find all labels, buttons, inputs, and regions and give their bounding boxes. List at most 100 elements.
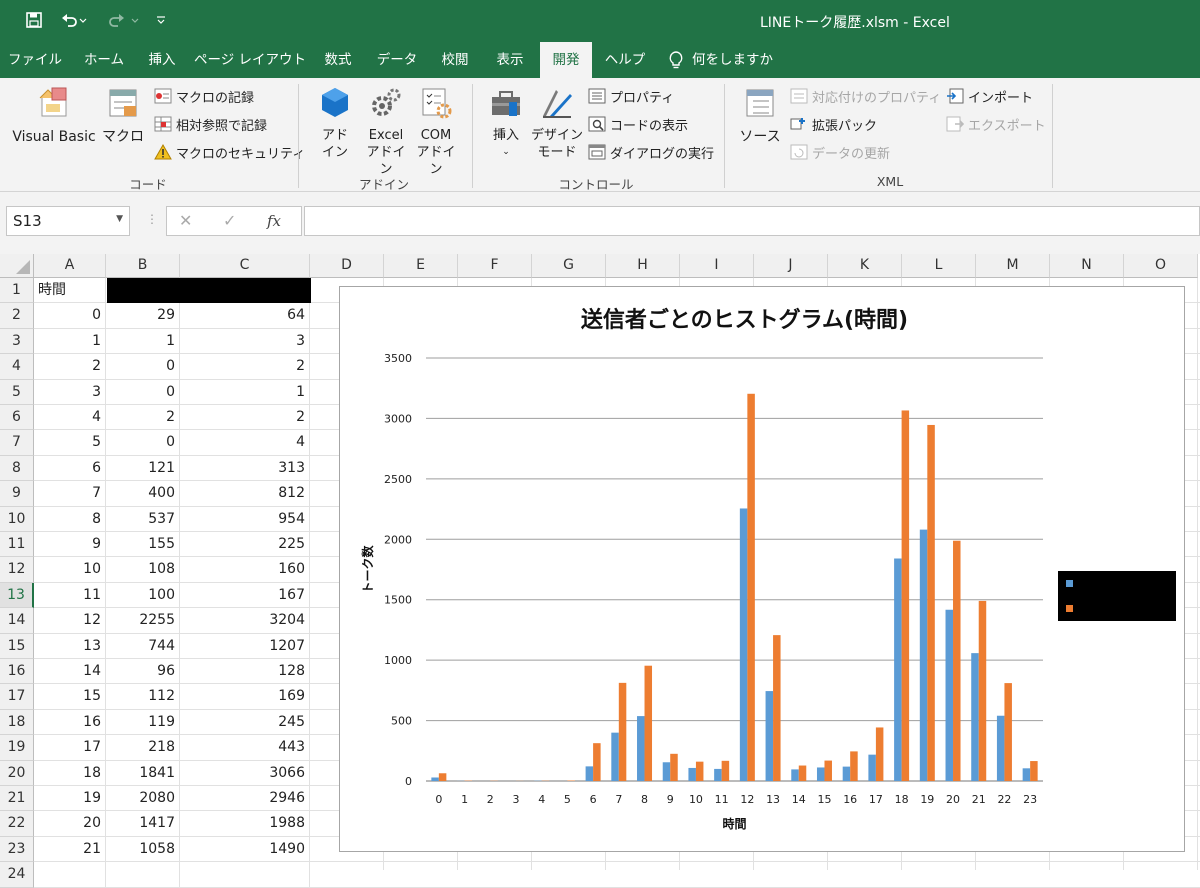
data-cell[interactable]: 15 (34, 684, 106, 709)
row-header[interactable]: 2 (0, 303, 34, 328)
row-header[interactable]: 13 (0, 583, 34, 608)
data-cell[interactable]: 954 (180, 507, 310, 532)
run-dialog-button[interactable]: ダイアログの実行 (588, 142, 714, 162)
row-header[interactable]: 9 (0, 481, 34, 506)
column-header-g[interactable]: G (532, 254, 606, 278)
header-cell[interactable]: 時間 (34, 278, 106, 303)
column-header-b[interactable]: B (106, 254, 180, 278)
cancel-icon[interactable]: ✕ (179, 211, 192, 230)
data-cell[interactable]: 2 (34, 354, 106, 379)
data-cell[interactable]: 112 (106, 684, 180, 709)
enter-icon[interactable]: ✓ (223, 211, 236, 230)
data-cell[interactable]: 160 (180, 557, 310, 582)
data-cell[interactable]: 19 (34, 786, 106, 811)
data-cell[interactable]: 218 (106, 735, 180, 760)
data-cell[interactable]: 1417 (106, 811, 180, 836)
column-header-d[interactable]: D (310, 254, 384, 278)
row-header[interactable]: 8 (0, 456, 34, 481)
data-cell[interactable]: 8 (34, 507, 106, 532)
data-cell[interactable]: 9 (34, 532, 106, 557)
data-cell[interactable]: 1058 (106, 837, 180, 862)
row-header[interactable]: 12 (0, 557, 34, 582)
save-icon[interactable] (22, 8, 46, 32)
data-cell[interactable]: 225 (180, 532, 310, 557)
column-header-k[interactable]: K (828, 254, 902, 278)
data-cell[interactable]: 4 (34, 405, 106, 430)
row-header[interactable]: 7 (0, 430, 34, 455)
data-cell[interactable]: 1988 (180, 811, 310, 836)
data-cell[interactable]: 0 (34, 303, 106, 328)
tab-review[interactable]: 校閲 (430, 42, 480, 78)
visual-basic-button[interactable]: Visual Basic (8, 86, 100, 146)
row-header[interactable]: 17 (0, 684, 34, 709)
empty-cell[interactable] (106, 862, 180, 887)
select-all-corner[interactable] (0, 254, 34, 278)
row-header[interactable]: 15 (0, 634, 34, 659)
data-cell[interactable]: 10 (34, 557, 106, 582)
chart-legend[interactable] (1058, 571, 1176, 621)
design-mode-button[interactable]: デザイン モード (530, 86, 584, 161)
row-header[interactable]: 23 (0, 837, 34, 862)
import-button[interactable]: インポート (946, 86, 1033, 106)
data-cell[interactable]: 443 (180, 735, 310, 760)
tab-view[interactable]: 表示 (486, 42, 534, 78)
tab-page-layout[interactable]: ページ レイアウト (192, 42, 308, 78)
formula-input[interactable] (304, 206, 1200, 236)
data-cell[interactable]: 1490 (180, 837, 310, 862)
row-header[interactable]: 5 (0, 380, 34, 405)
expansion-packs-button[interactable]: 拡張パック (790, 114, 877, 134)
data-cell[interactable]: 119 (106, 710, 180, 735)
empty-cell[interactable] (34, 862, 106, 887)
map-properties-button[interactable]: 対応付けのプロパティ (790, 86, 941, 106)
column-header-i[interactable]: I (680, 254, 754, 278)
row-header[interactable]: 18 (0, 710, 34, 735)
row-header[interactable]: 1 (0, 278, 34, 303)
data-cell[interactable]: 812 (180, 481, 310, 506)
data-cell[interactable]: 155 (106, 532, 180, 557)
column-header-a[interactable]: A (34, 254, 106, 278)
row-header[interactable]: 10 (0, 507, 34, 532)
tell-me-search[interactable]: 何をしますか (668, 42, 788, 78)
data-cell[interactable]: 4 (180, 430, 310, 455)
data-cell[interactable]: 7 (34, 481, 106, 506)
tab-help[interactable]: ヘルプ (598, 42, 652, 78)
column-header-f[interactable]: F (458, 254, 532, 278)
undo-icon[interactable] (56, 8, 92, 32)
column-header-c[interactable]: C (180, 254, 310, 278)
column-header-e[interactable]: E (384, 254, 458, 278)
data-cell[interactable]: 167 (180, 583, 310, 608)
empty-cell[interactable] (180, 862, 310, 887)
data-cell[interactable]: 0 (106, 354, 180, 379)
row-header[interactable]: 3 (0, 329, 34, 354)
data-cell[interactable]: 400 (106, 481, 180, 506)
tab-insert[interactable]: 挿入 (136, 42, 188, 78)
data-cell[interactable]: 537 (106, 507, 180, 532)
excel-addins-button[interactable]: Excel アドイン (362, 86, 410, 178)
data-cell[interactable]: 0 (106, 430, 180, 455)
export-button[interactable]: エクスポート (946, 114, 1046, 134)
histogram-chart[interactable]: 送信者ごとのヒストグラム(時間)050010001500200025003000… (339, 286, 1185, 852)
data-cell[interactable]: 1 (34, 329, 106, 354)
addins-button[interactable]: アド イン (312, 86, 358, 161)
data-cell[interactable]: 108 (106, 557, 180, 582)
row-header[interactable]: 19 (0, 735, 34, 760)
data-cell[interactable]: 1 (106, 329, 180, 354)
data-cell[interactable]: 0 (106, 380, 180, 405)
insert-function-icon[interactable]: fx (267, 212, 281, 230)
column-header-m[interactable]: M (976, 254, 1050, 278)
name-box[interactable]: S13 ▼ (6, 206, 130, 236)
tab-file[interactable]: ファイル (0, 42, 70, 78)
data-cell[interactable]: 17 (34, 735, 106, 760)
data-cell[interactable]: 14 (34, 659, 106, 684)
data-cell[interactable]: 2080 (106, 786, 180, 811)
tab-developer[interactable]: 開発 (540, 42, 592, 79)
row-header[interactable]: 6 (0, 405, 34, 430)
column-header-o[interactable]: O (1124, 254, 1198, 278)
data-cell[interactable]: 6 (34, 456, 106, 481)
row-header[interactable]: 16 (0, 659, 34, 684)
properties-button[interactable]: プロパティ (588, 86, 674, 106)
data-cell[interactable]: 13 (34, 634, 106, 659)
data-cell[interactable]: 3066 (180, 761, 310, 786)
row-header[interactable]: 11 (0, 532, 34, 557)
data-cell[interactable]: 16 (34, 710, 106, 735)
